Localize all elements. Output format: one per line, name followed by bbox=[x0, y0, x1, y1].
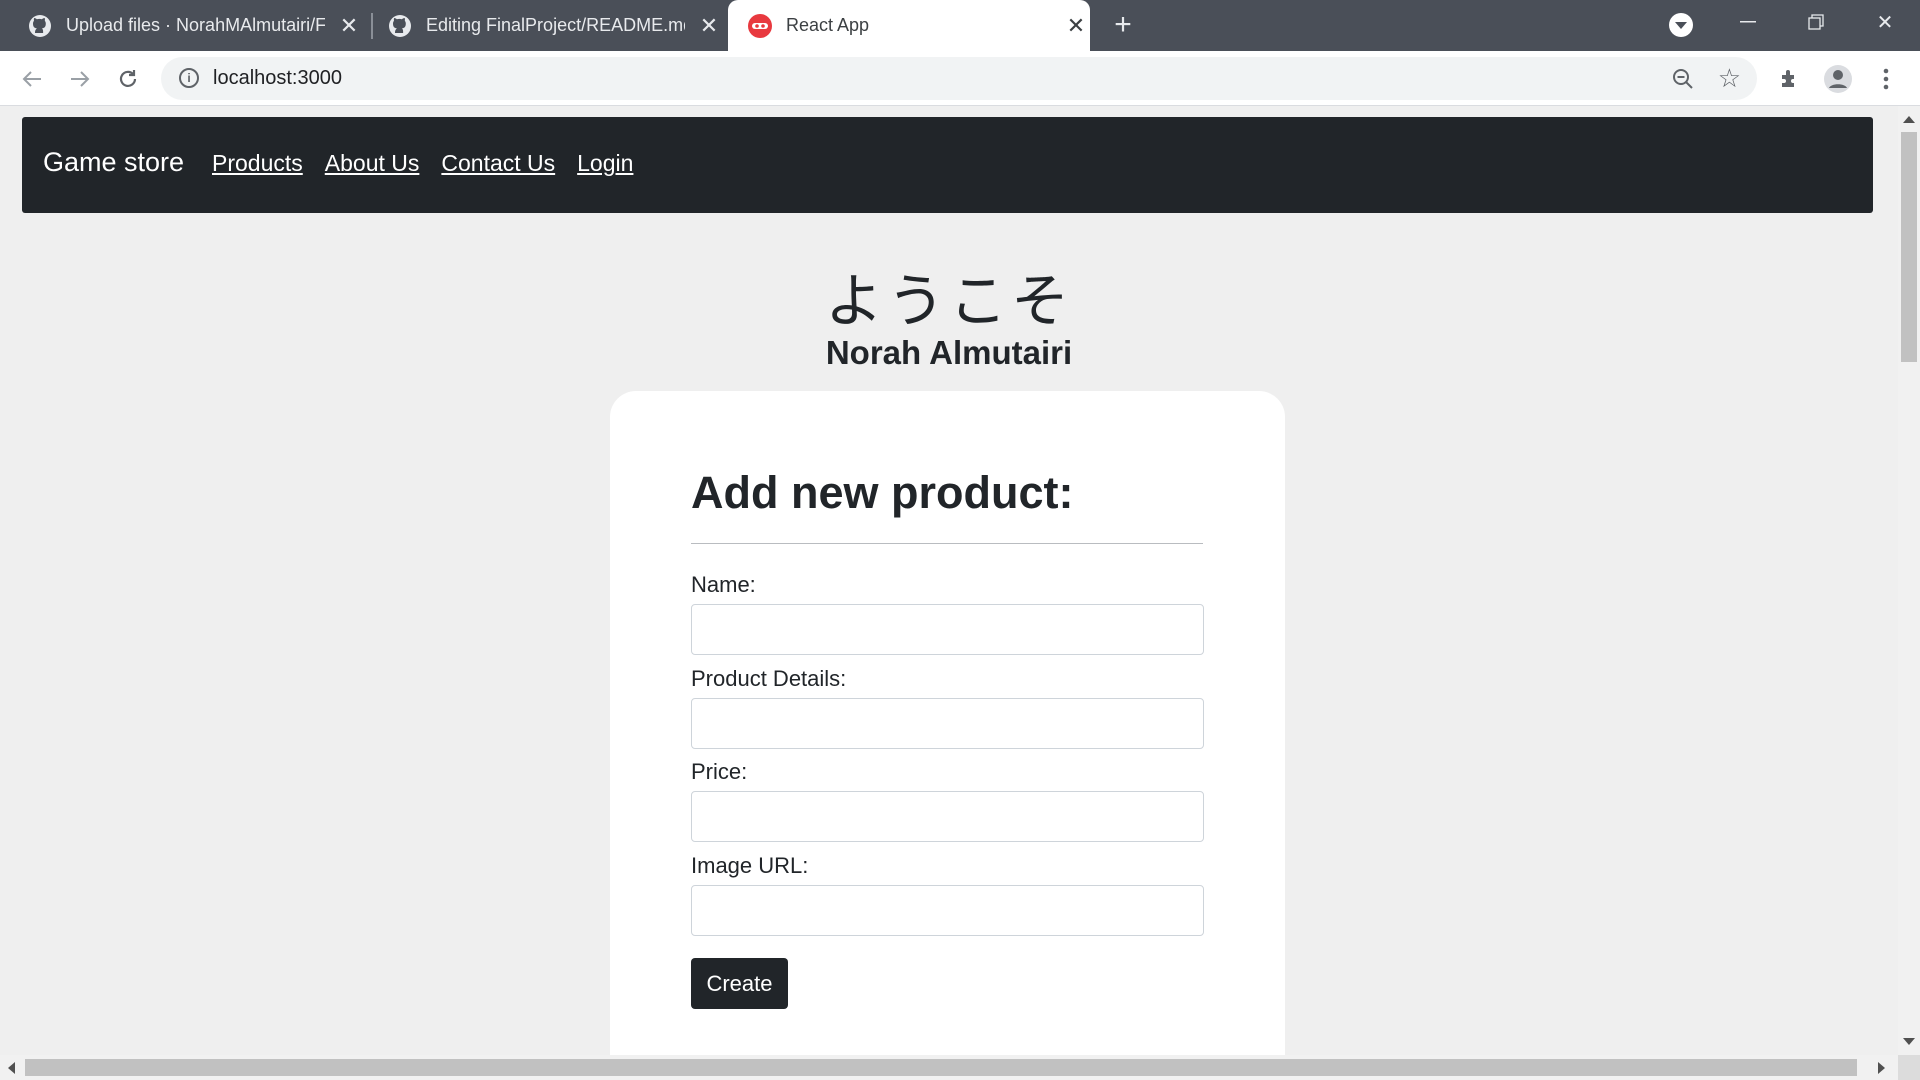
browser-tab-react-app[interactable]: React App ✕ bbox=[728, 0, 1090, 51]
nav-link-about-us[interactable]: About Us bbox=[325, 150, 420, 177]
more-menu-icon[interactable] bbox=[1870, 63, 1902, 95]
add-product-card: Add new product: Name: Product Details: … bbox=[610, 391, 1285, 1055]
url-text[interactable]: localhost:3000 bbox=[213, 67, 342, 90]
tab-search-icon[interactable] bbox=[1669, 13, 1693, 37]
create-button[interactable]: Create bbox=[691, 958, 788, 1009]
zoom-icon[interactable] bbox=[1671, 67, 1695, 91]
nav-link-login[interactable]: Login bbox=[577, 150, 633, 177]
price-input[interactable] bbox=[691, 791, 1204, 842]
divider bbox=[691, 543, 1203, 544]
scroll-right-arrow-icon[interactable] bbox=[1878, 1062, 1885, 1074]
browser-toolbar: i localhost:3000 ☆ bbox=[0, 51, 1920, 106]
tab-title: React App bbox=[786, 15, 870, 35]
github-icon bbox=[388, 14, 412, 38]
bookmark-star-icon[interactable]: ☆ bbox=[1718, 63, 1741, 94]
address-bar[interactable]: i localhost:3000 ☆ bbox=[161, 57, 1757, 100]
product-details-input[interactable] bbox=[691, 698, 1204, 749]
scroll-up-arrow-icon[interactable] bbox=[1903, 116, 1915, 123]
welcome-heading: ようこそ bbox=[824, 267, 1073, 335]
scroll-down-arrow-icon[interactable] bbox=[1903, 1038, 1915, 1045]
tab-title: Editing FinalProject/README.md bbox=[426, 15, 685, 35]
scrollbar-corner bbox=[1898, 1055, 1920, 1080]
back-icon[interactable] bbox=[16, 63, 48, 95]
site-info-icon[interactable]: i bbox=[179, 68, 199, 88]
browser-tab-upload-files[interactable]: Upload files · NorahMAlmutairi/F ✕ bbox=[28, 0, 363, 51]
price-label: Price: bbox=[691, 759, 748, 784]
nav-link-contact-us[interactable]: Contact Us bbox=[441, 150, 555, 177]
github-icon bbox=[28, 14, 52, 38]
extensions-icon[interactable] bbox=[1774, 63, 1806, 95]
vertical-scroll-thumb[interactable] bbox=[1901, 132, 1917, 362]
user-name: Norah Almutairi bbox=[825, 334, 1073, 371]
react-app-icon bbox=[748, 13, 772, 38]
forward-icon[interactable] bbox=[64, 63, 96, 95]
vertical-scrollbar[interactable] bbox=[1898, 106, 1920, 1055]
name-input[interactable] bbox=[691, 604, 1204, 655]
restore-icon[interactable] bbox=[1786, 0, 1846, 44]
image-url-input[interactable] bbox=[691, 885, 1204, 936]
tab-separator bbox=[371, 13, 373, 39]
close-window-icon[interactable]: ✕ bbox=[1855, 0, 1915, 44]
close-tab-icon[interactable]: ✕ bbox=[695, 12, 723, 40]
page-viewport: Game store Products About Us Contact Us … bbox=[0, 106, 1898, 1055]
profile-avatar-icon[interactable] bbox=[1822, 63, 1854, 95]
browser-tabstrip: Upload files · NorahMAlmutairi/F ✕ Editi… bbox=[0, 0, 1920, 51]
tab-title: Upload files · NorahMAlmutairi/F bbox=[66, 15, 325, 35]
site-navbar: Game store Products About Us Contact Us … bbox=[22, 117, 1873, 213]
close-tab-icon[interactable]: ✕ bbox=[335, 12, 363, 40]
navbar-brand[interactable]: Game store bbox=[43, 147, 184, 178]
product-details-label: Product Details: bbox=[691, 666, 847, 691]
reload-icon[interactable] bbox=[112, 63, 144, 95]
scroll-left-arrow-icon[interactable] bbox=[8, 1062, 15, 1074]
navbar-links: Products About Us Contact Us Login bbox=[212, 150, 633, 177]
horizontal-scroll-thumb[interactable] bbox=[25, 1059, 1857, 1076]
name-label: Name: bbox=[691, 572, 756, 597]
browser-tab-editing-readme[interactable]: Editing FinalProject/README.md ✕ bbox=[388, 0, 723, 51]
horizontal-scrollbar[interactable] bbox=[0, 1055, 1898, 1080]
image-url-label: Image URL: bbox=[691, 853, 809, 878]
new-tab-icon[interactable]: + bbox=[1108, 10, 1138, 40]
form-title: Add new product: bbox=[691, 467, 1074, 518]
nav-link-products[interactable]: Products bbox=[212, 150, 303, 177]
close-tab-icon[interactable]: ✕ bbox=[1062, 12, 1090, 40]
minimize-icon[interactable] bbox=[1718, 0, 1778, 44]
